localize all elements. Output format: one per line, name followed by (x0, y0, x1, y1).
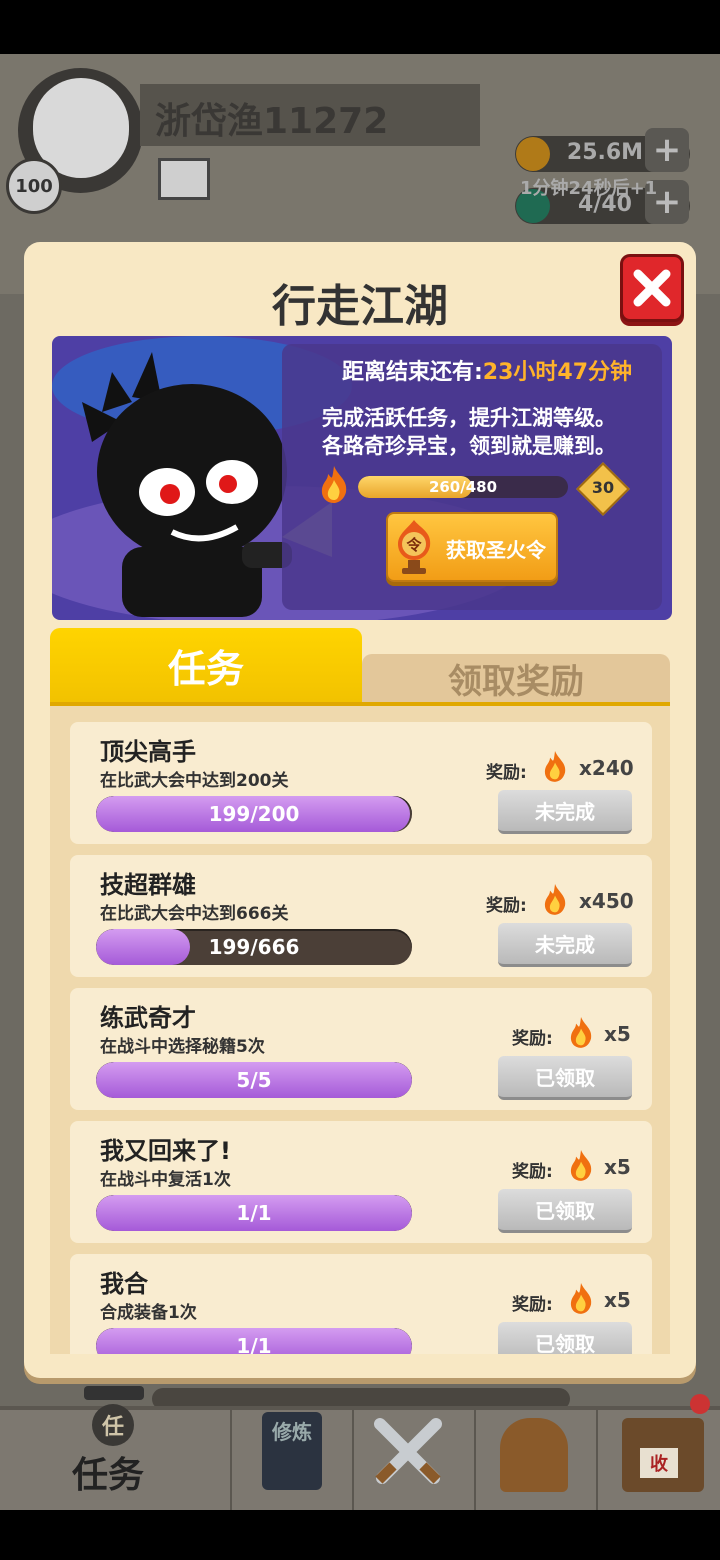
reward-amount: x5 (604, 1155, 631, 1179)
flame-icon (544, 884, 566, 915)
event-countdown: 距离结束还有:23小时47分钟 (282, 354, 692, 386)
tab-claim-rewards-label: 领取奖励 (448, 661, 584, 702)
task-desc: 在比武大会中达到200关 (100, 771, 289, 791)
task-title: 练武奇才 (100, 1004, 196, 1032)
reward-amount: x5 (604, 1022, 631, 1046)
task-status-label: 已领取 (535, 1332, 595, 1354)
task-status-label: 未完成 (535, 933, 595, 957)
system-nav-bar (0, 1510, 720, 1560)
event-progress-text: 260/480 (428, 478, 498, 496)
tasks-badge-icon: 任 (92, 1404, 134, 1446)
tab-claim-rewards[interactable]: 领取奖励 (362, 654, 670, 702)
token-badge-icon: 令 (398, 520, 431, 574)
task-card: 技超群雄 在比武大会中达到666关 199/666 奖励: x450 未完成 (70, 855, 652, 977)
task-desc: 在战斗中复活1次 (100, 1170, 231, 1190)
tower-icon (500, 1418, 568, 1492)
countdown-value: 23小时47分钟 (482, 360, 633, 385)
flame-icon (321, 466, 347, 503)
reward-label: 奖励: (512, 1162, 553, 1182)
flame-icon (570, 1283, 592, 1314)
reward-label: 奖励: (486, 763, 527, 783)
gold-coin-icon (516, 137, 550, 171)
flame-icon (544, 751, 566, 782)
task-progress-text: 5/5 (236, 1068, 272, 1092)
task-status-label: 未完成 (535, 800, 595, 824)
task-card: 我合 合成装备1次 1/1 奖励: x5 已领取 (70, 1254, 652, 1354)
status-bar (0, 0, 720, 54)
task-desc: 在战斗中选择秘籍5次 (100, 1037, 265, 1057)
token-badge-text: 令 (406, 536, 422, 554)
crossed-swords-icon (374, 1418, 442, 1484)
cultivate-book-icon: 修炼 (262, 1412, 322, 1490)
task-title: 我合 (100, 1270, 148, 1298)
energy-timer: 1分钟24秒后+1 (520, 178, 658, 199)
task-progress-text: 1/1 (236, 1334, 272, 1354)
shop-sign: 收 (640, 1448, 678, 1478)
task-status-label: 已领取 (535, 1199, 595, 1223)
reward-amount: x240 (579, 756, 634, 780)
task-desc: 在比武大会中达到666关 (100, 904, 289, 924)
task-card: 顶尖高手 在比武大会中达到200关 199/200 奖励: x240 未完成 (70, 722, 652, 844)
task-title: 顶尖高手 (100, 738, 196, 766)
background-scroll-icon (84, 1386, 144, 1400)
tab-tasks-label: 任务 (167, 646, 244, 691)
task-desc: 合成装备1次 (100, 1303, 197, 1323)
gold-amount: 25.6M (566, 140, 644, 165)
task-title: 我又回来了! (100, 1137, 231, 1165)
reward-amount: x450 (579, 889, 634, 913)
banner-desc-line2: 各路奇珍异宝，领到就是赚到。 (322, 434, 616, 458)
close-x-icon (633, 269, 671, 307)
player-level-badge: 100 (6, 158, 62, 214)
reward-amount: x5 (604, 1288, 631, 1312)
task-status-label: 已领取 (535, 1066, 595, 1090)
close-button[interactable] (620, 254, 684, 322)
mail-icon[interactable] (158, 158, 210, 200)
task-progress-text: 199/666 (208, 935, 300, 959)
task-status-button[interactable]: 已领取 (498, 1056, 632, 1100)
notification-dot-icon (690, 1394, 710, 1414)
reward-label: 奖励: (486, 896, 527, 916)
modal-title: 行走江湖 (272, 281, 448, 332)
reward-label: 奖励: (512, 1029, 553, 1049)
add-gold-button[interactable]: + (645, 128, 689, 172)
flame-icon (570, 1017, 592, 1048)
task-list[interactable]: 顶尖高手 在比武大会中达到200关 199/200 奖励: x240 未完成 技… (50, 706, 670, 1354)
reward-label: 奖励: (512, 1295, 553, 1315)
task-progress-text: 199/200 (208, 802, 300, 826)
countdown-label: 距离结束还有: (341, 360, 483, 385)
event-level: 30 (591, 478, 615, 497)
task-status-button[interactable]: 未完成 (498, 790, 632, 834)
task-status-button[interactable]: 已领取 (498, 1189, 632, 1233)
task-progress-text: 1/1 (236, 1201, 272, 1225)
get-button-label: 获取圣火令 (446, 538, 546, 562)
task-status-button[interactable]: 未完成 (498, 923, 632, 967)
task-status-button[interactable]: 已领取 (498, 1322, 632, 1354)
tab-tasks[interactable]: 任务 (50, 628, 362, 702)
task-title: 技超群雄 (100, 871, 196, 899)
banner-desc-line1: 完成活跃任务，提升江湖等级。 (322, 406, 616, 430)
nav-tasks-label: 任务 (72, 1455, 145, 1496)
player-name: 浙岱渔11272 (155, 101, 389, 142)
task-card: 练武奇才 在战斗中选择秘籍5次 5/5 奖励: x5 已领取 (70, 988, 652, 1110)
flame-icon (570, 1150, 592, 1181)
task-card: 我又回来了! 在战斗中复活1次 1/1 奖励: x5 已领取 (70, 1121, 652, 1243)
